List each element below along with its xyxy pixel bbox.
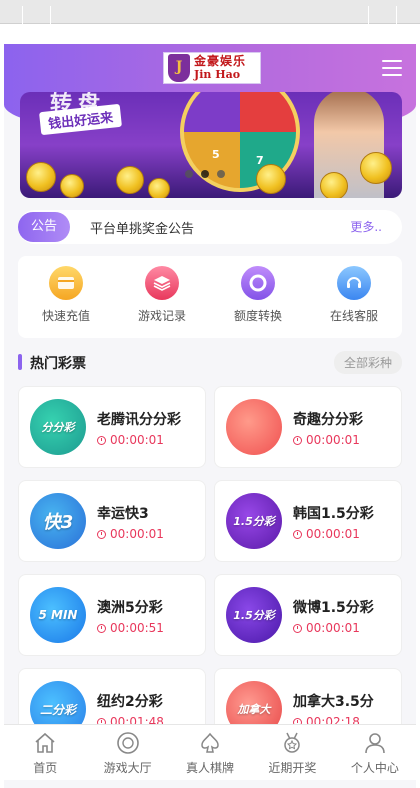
headset-icon <box>337 266 371 300</box>
toolbar-divider <box>50 6 51 24</box>
wheel-number: 5 <box>212 148 220 161</box>
lottery-name: 幸运快3 <box>97 506 149 522</box>
tab-game-hall[interactable]: 游戏大厅 <box>86 725 168 780</box>
lottery-name: 微博1.5分彩 <box>293 600 374 616</box>
countdown: 00:00:51 <box>97 621 164 635</box>
tab-label: 真人棋牌 <box>186 761 235 775</box>
countdown: 00:00:01 <box>97 527 164 541</box>
lottery-name: 加拿大3.5分 <box>293 694 374 710</box>
clock-icon <box>293 529 302 539</box>
lottery-name: 韩国1.5分彩 <box>293 506 374 522</box>
lottery-name: 老腾讯分分彩 <box>97 412 181 428</box>
section-title: 热门彩票 <box>30 356 86 372</box>
chip-icon <box>116 732 139 754</box>
all-lottery-button[interactable]: 全部彩种 <box>333 351 402 374</box>
logo-english-text: Jin Hao <box>194 68 241 81</box>
clock-icon <box>97 623 106 633</box>
spade-icon <box>201 732 219 753</box>
lottery-logo-icon: 1.5分彩 <box>226 493 282 549</box>
action-credit-transfer[interactable]: 额度转换 <box>210 256 306 338</box>
lottery-name: 澳洲5分彩 <box>97 600 163 616</box>
exchange-icon <box>241 266 275 300</box>
brand-logo[interactable]: J 金豪娱乐 Jin Hao <box>163 52 261 84</box>
browser-toolbar <box>0 0 420 24</box>
toolbar-divider <box>396 6 397 24</box>
lottery-logo-icon: 1.5分彩 <box>226 587 282 643</box>
tab-recent-draws[interactable]: 近期开奖 <box>251 725 333 780</box>
lottery-logo-icon: 快3 <box>30 493 86 549</box>
lottery-name: 奇趣分分彩 <box>293 412 363 428</box>
action-label: 游戏记录 <box>137 309 186 323</box>
carousel-dot[interactable] <box>201 170 209 178</box>
clock-icon <box>293 435 302 445</box>
coin-icon <box>26 162 56 192</box>
clock-icon <box>97 435 106 445</box>
lottery-card[interactable]: 分分彩 老腾讯分分彩 00:00:01 <box>18 386 206 468</box>
tab-label: 首页 <box>33 761 58 775</box>
coin-icon <box>256 164 286 194</box>
notice-tag: 公告 <box>18 212 70 242</box>
coin-icon <box>320 172 348 198</box>
tab-label: 近期开奖 <box>268 761 317 775</box>
tab-profile[interactable]: 个人中心 <box>334 725 416 780</box>
lottery-logo-icon: 5 MIN <box>30 587 86 643</box>
countdown: 00:00:01 <box>97 433 164 447</box>
menu-icon[interactable] <box>382 60 402 76</box>
hot-lottery-header: 热门彩票 全部彩种 <box>18 350 402 374</box>
logo-chinese-text: 金豪娱乐 <box>194 54 247 68</box>
lottery-card[interactable]: 5 MIN 澳洲5分彩 00:00:51 <box>18 574 206 656</box>
lottery-card[interactable]: 快3 幸运快3 00:00:01 <box>18 480 206 562</box>
clock-icon <box>97 529 106 539</box>
notice-text[interactable]: 平台单挑奖金公告 <box>90 218 194 237</box>
coin-icon <box>116 166 144 194</box>
app-screen: J 金豪娱乐 Jin Hao 转盘 5 7 钱出好运来 公告 平台单挑奖金公告 … <box>4 44 416 788</box>
lottery-card[interactable]: 1.5分彩 微博1.5分彩 00:00:01 <box>214 574 402 656</box>
logo-mark-icon: J <box>168 54 190 82</box>
toolbar-divider <box>368 6 369 24</box>
quick-actions: 快速充值 游戏记录 额度转换 在线客服 <box>18 256 402 338</box>
lottery-logo-icon: 分分彩 <box>30 399 86 455</box>
user-icon <box>365 733 385 754</box>
action-game-record[interactable]: 游戏记录 <box>114 256 210 338</box>
countdown: 00:00:01 <box>293 621 360 635</box>
coin-icon <box>148 178 170 198</box>
wallet-icon <box>49 266 83 300</box>
carousel-dot[interactable] <box>185 170 193 178</box>
tab-label: 个人中心 <box>350 761 399 775</box>
action-label: 在线客服 <box>329 309 378 323</box>
carousel-indicator[interactable] <box>185 170 225 178</box>
section-accent-bar <box>18 354 22 370</box>
bottom-nav: 首页 游戏大厅 真人棋牌 近期开奖 个人中心 <box>4 724 416 780</box>
clock-icon <box>293 623 302 633</box>
tab-live-casino[interactable]: 真人棋牌 <box>169 725 251 780</box>
notice-bar[interactable]: 公告 平台单挑奖金公告 更多.. <box>18 210 402 244</box>
coin-icon <box>360 152 392 184</box>
lottery-logo-icon <box>226 399 282 455</box>
notice-more-link[interactable]: 更多.. <box>350 218 382 235</box>
toolbar-divider <box>22 6 23 24</box>
action-recharge[interactable]: 快速充值 <box>18 256 114 338</box>
carousel-dot[interactable] <box>217 170 225 178</box>
lottery-name: 纽约2分彩 <box>97 694 163 710</box>
action-label: 快速充值 <box>41 309 90 323</box>
coin-icon <box>60 174 84 198</box>
countdown: 00:00:01 <box>293 527 360 541</box>
promo-banner[interactable]: 转盘 5 7 钱出好运来 <box>20 92 402 198</box>
layers-icon <box>145 266 179 300</box>
tab-home[interactable]: 首页 <box>4 725 86 780</box>
tab-label: 游戏大厅 <box>103 761 152 775</box>
countdown: 00:00:01 <box>293 433 360 447</box>
action-online-service[interactable]: 在线客服 <box>306 256 402 338</box>
home-icon <box>35 732 55 753</box>
lottery-card[interactable]: 奇趣分分彩 00:00:01 <box>214 386 402 468</box>
action-label: 额度转换 <box>233 309 282 323</box>
lottery-card[interactable]: 1.5分彩 韩国1.5分彩 00:00:01 <box>214 480 402 562</box>
medal-icon <box>284 732 301 753</box>
